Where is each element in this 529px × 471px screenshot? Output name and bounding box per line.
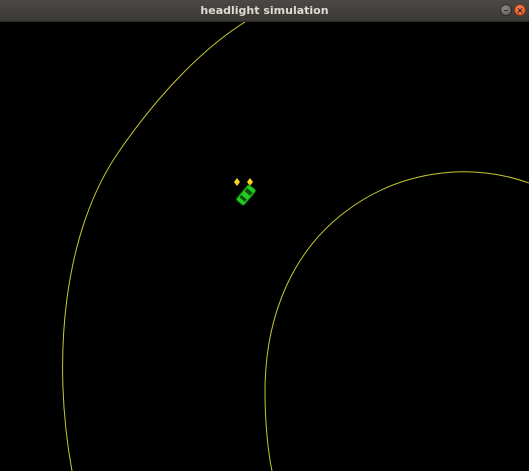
- close-icon[interactable]: [514, 4, 526, 16]
- window-title: headlight simulation: [200, 4, 329, 17]
- title-bar[interactable]: headlight simulation: [0, 0, 529, 22]
- simulation-canvas: [0, 22, 529, 471]
- canvas-background: [0, 22, 529, 471]
- minimize-icon[interactable]: [500, 4, 512, 16]
- app-window: headlight simulation: [0, 0, 529, 471]
